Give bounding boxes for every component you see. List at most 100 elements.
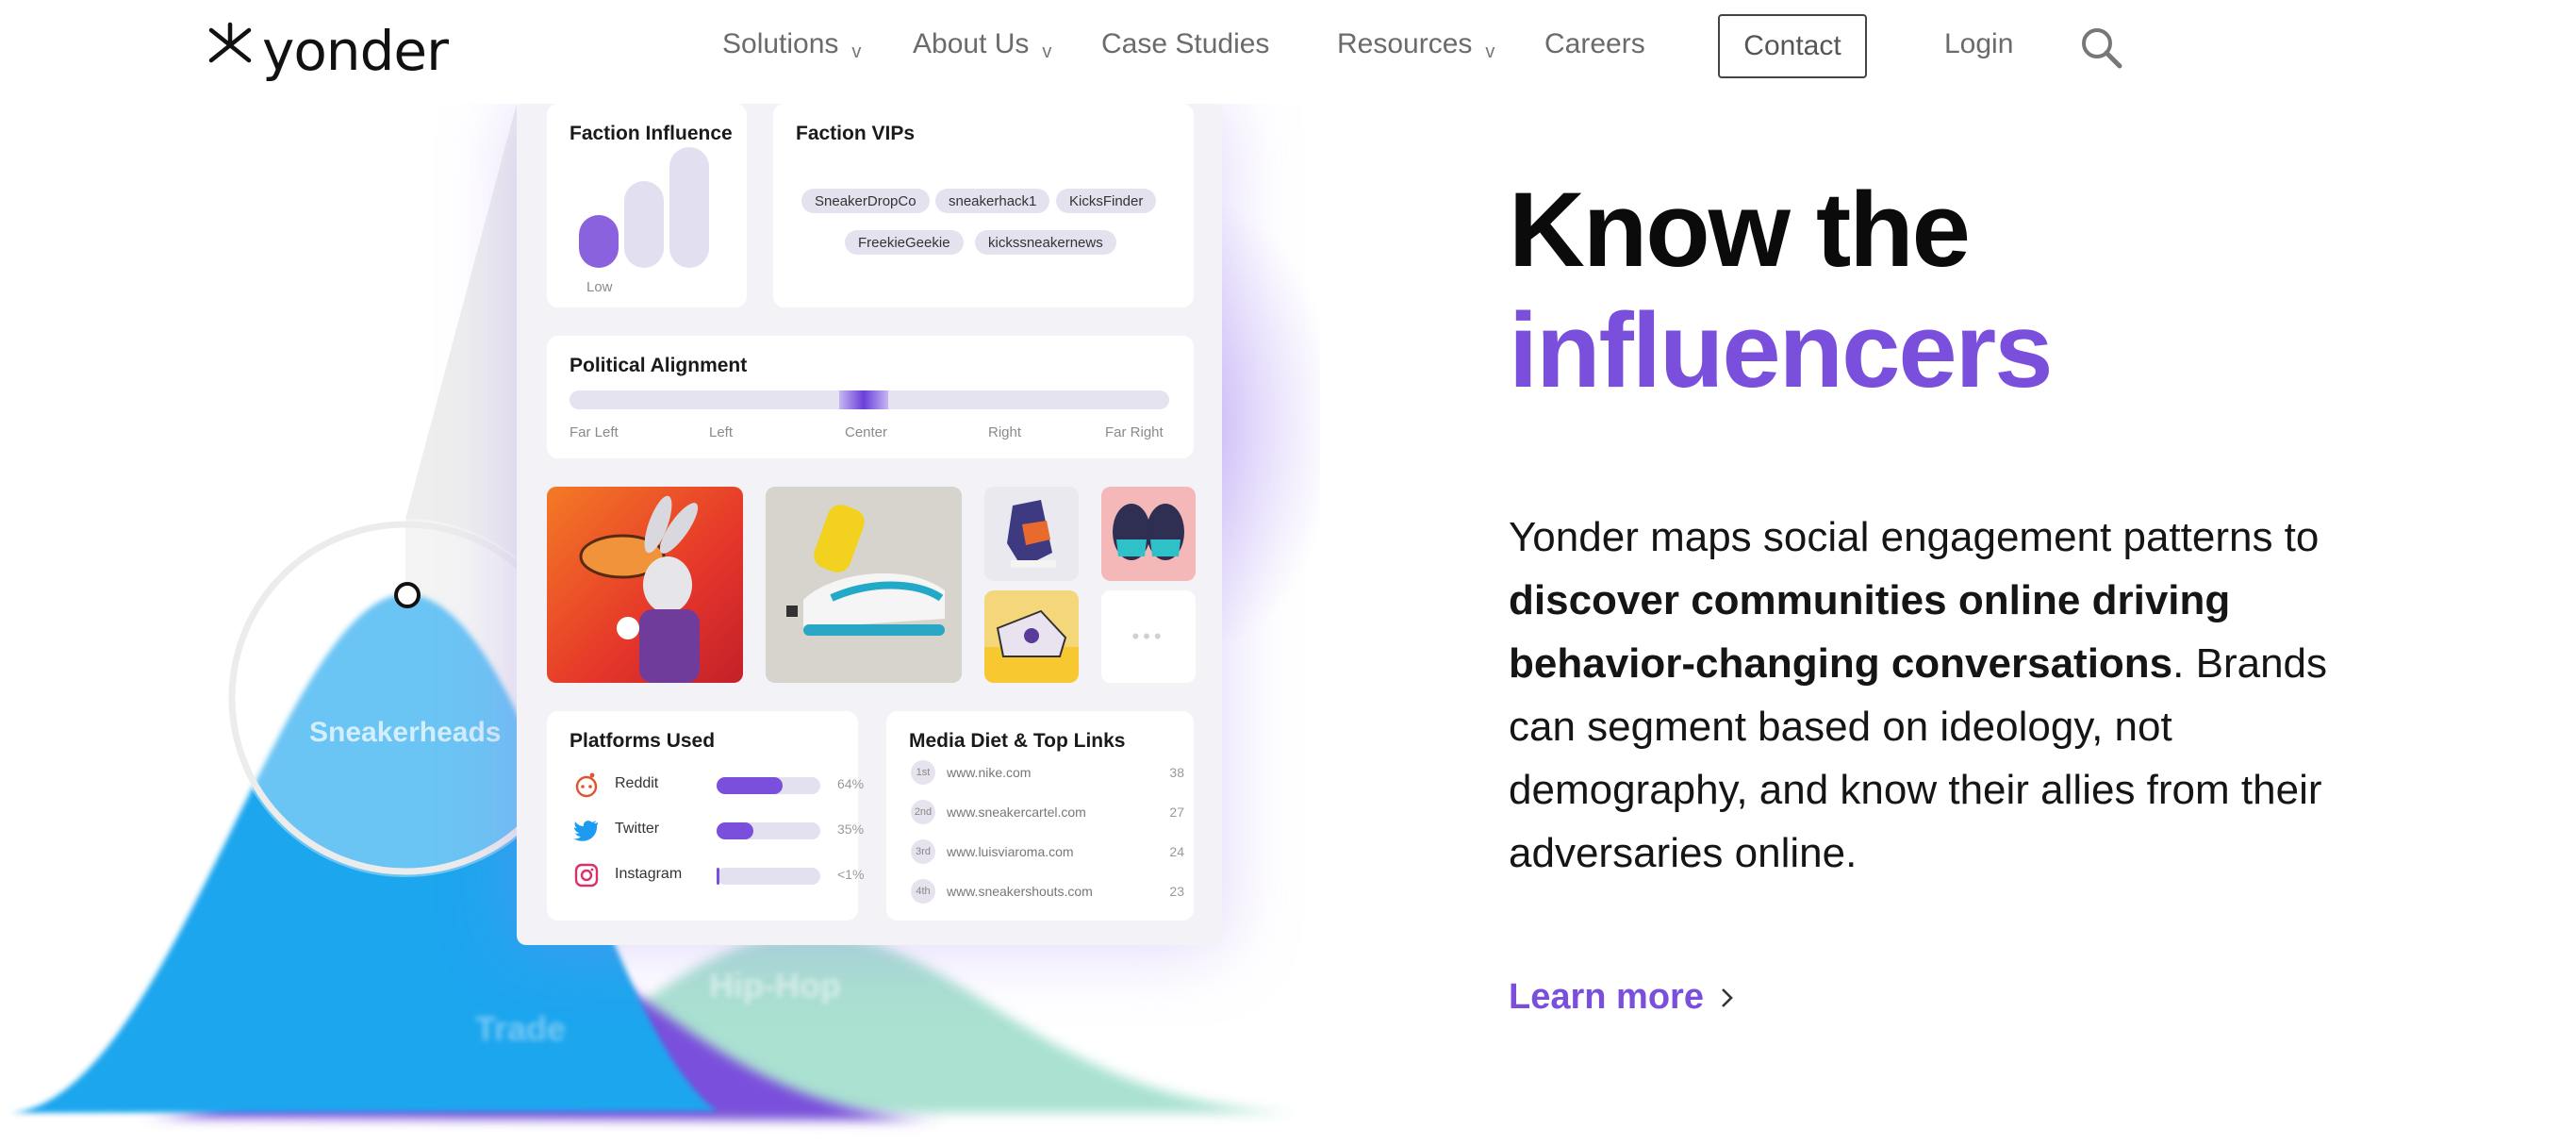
nav-label: Careers <box>1544 28 1645 59</box>
sneaker-yellow-illustration <box>984 609 1079 683</box>
curve-peak-marker <box>394 582 421 608</box>
link-url: www.nike.com <box>947 765 1032 780</box>
sneaker-purple-illustration <box>1007 500 1056 568</box>
top-link-row[interactable]: 4th www.sneakershouts.com 23 <box>911 879 1184 905</box>
platforms-used-card: Platforms Used Reddit 64% Twitter 35% In… <box>547 711 864 921</box>
nav-label: About Us <box>913 28 1030 59</box>
platform-percent: <1% <box>837 867 865 882</box>
platform-bar-track <box>717 822 820 839</box>
top-navigation: yonder Solutions v About Us v Case Studi… <box>0 0 2576 104</box>
reddit-icon <box>575 772 598 798</box>
vip-chip[interactable]: KicksFinder <box>1056 189 1157 213</box>
hero-body-intro: Yonder maps social engagement patterns t… <box>1509 514 2320 560</box>
logo-text: yonder <box>262 19 449 83</box>
top-link-row[interactable]: 3rd www.luisviaroma.com 24 <box>911 839 1184 866</box>
link-count: 23 <box>1169 884 1184 899</box>
hero-title: Know the influencers <box>1509 170 2054 411</box>
faction-influence-card: Faction Influence Low <box>547 104 747 307</box>
nav-label: Case Studies <box>1101 28 1270 59</box>
link-rank: 1st <box>911 760 935 785</box>
sneaker-foot-illustration <box>786 505 945 636</box>
platform-bar-track <box>717 868 820 885</box>
bunny-sneaker-illustration <box>579 495 700 683</box>
sneaker-image-1[interactable] <box>547 487 743 683</box>
influence-bar-high <box>669 147 709 268</box>
more-images-button[interactable]: ••• <box>1101 590 1196 683</box>
top-link-row[interactable]: 1st www.nike.com 38 <box>911 760 1184 787</box>
link-url: www.sneakershouts.com <box>947 884 1093 899</box>
sneaker-image-3[interactable] <box>984 487 1079 581</box>
platform-bar-fill <box>717 777 784 794</box>
link-count: 27 <box>1169 805 1184 820</box>
link-url: www.sneakercartel.com <box>947 805 1086 820</box>
learn-more-label: Learn more <box>1509 977 1704 1017</box>
card-title: Faction Influence <box>570 123 733 144</box>
alignment-label: Right <box>988 424 1022 440</box>
link-rank: 4th <box>911 879 935 904</box>
segment-label-secondary: Trade <box>475 1009 567 1048</box>
platform-row-twitter: Twitter 35% <box>570 817 864 843</box>
nav-item-resources[interactable]: Resources v <box>1337 28 1495 62</box>
sneaker-image-5[interactable] <box>984 590 1079 683</box>
hero-description: Yonder maps social engagement patterns t… <box>1509 506 2357 885</box>
card-title: Faction VIPs <box>796 123 916 144</box>
search-icon[interactable] <box>2078 25 2123 70</box>
political-alignment-card: Political Alignment Far Left Left Center… <box>547 336 1194 458</box>
login-label: Login <box>1944 28 2014 59</box>
sneaker-pair-illustration <box>1113 504 1184 560</box>
yonder-star-icon <box>208 22 252 63</box>
chevron-down-icon: v <box>1485 41 1495 62</box>
contact-button[interactable]: Contact <box>1718 14 1867 78</box>
influence-level-label: Low <box>586 279 613 295</box>
chevron-down-icon: v <box>1042 41 1052 62</box>
logo[interactable]: yonder <box>206 19 449 83</box>
platform-row-reddit: Reddit 64% <box>570 772 864 798</box>
chevron-down-icon: v <box>851 41 862 62</box>
vip-chip[interactable]: SneakerDropCo <box>801 189 930 213</box>
nav-label: Resources <box>1337 28 1473 59</box>
influence-bar-mid <box>624 181 664 268</box>
segment-label-tertiary: Hip-Hop <box>709 966 841 1004</box>
vip-chip[interactable]: FreekieGeekie <box>845 230 964 255</box>
top-link-row[interactable]: 2nd www.sneakercartel.com 27 <box>911 800 1184 826</box>
instagram-icon <box>574 863 599 888</box>
chevron-right-icon <box>1722 987 1733 1007</box>
nav-item-about-us[interactable]: About Us v <box>913 28 1052 62</box>
login-link[interactable]: Login <box>1944 28 2013 60</box>
media-diet-card: Media Diet & Top Links 1st www.nike.com … <box>886 711 1194 921</box>
platform-bar-track <box>717 777 820 794</box>
nav-item-solutions[interactable]: Solutions v <box>722 28 862 62</box>
vip-chip[interactable]: sneakerhack1 <box>935 189 1050 213</box>
alignment-label: Far Right <box>1105 424 1164 440</box>
vip-chip[interactable]: kickssneakernews <box>975 230 1116 255</box>
link-rank: 2nd <box>911 800 935 824</box>
twitter-icon <box>573 821 598 841</box>
link-url: www.luisviaroma.com <box>947 844 1074 859</box>
nav-label: Solutions <box>722 28 839 59</box>
platform-percent: 35% <box>837 821 865 837</box>
link-rank: 3rd <box>911 839 935 864</box>
link-count: 24 <box>1169 844 1184 859</box>
faction-vips-card: Faction VIPs SneakerDropCo sneakerhack1 … <box>773 104 1194 307</box>
hero-body-emphasis: discover communities online driving beha… <box>1509 577 2231 687</box>
hero-illustration: Sneakerheads Trade Hip-Hop Faction Influ… <box>0 104 1320 1145</box>
alignment-marker <box>839 390 888 409</box>
influence-bar-low <box>579 215 619 268</box>
sneaker-image-2[interactable] <box>766 487 962 683</box>
audience-dashboard: Faction Influence Low Faction VIPs Sneak… <box>517 104 1222 945</box>
alignment-track <box>570 390 1169 409</box>
sneaker-image-4[interactable] <box>1101 487 1196 581</box>
nav-item-case-studies[interactable]: Case Studies <box>1101 28 1269 60</box>
segment-label-primary: Sneakerheads <box>309 717 502 748</box>
card-title: Media Diet & Top Links <box>909 730 1126 752</box>
platform-percent: 64% <box>837 776 865 791</box>
platform-name: Reddit <box>615 775 659 791</box>
hero-title-line2: influencers <box>1509 291 2054 409</box>
learn-more-link[interactable]: Learn more <box>1509 977 1736 1018</box>
platform-name: Twitter <box>615 821 660 837</box>
card-title: Platforms Used <box>570 730 716 752</box>
card-title: Political Alignment <box>570 355 748 376</box>
alignment-label: Left <box>709 424 734 440</box>
nav-item-careers[interactable]: Careers <box>1544 28 1645 60</box>
alignment-label: Far Left <box>570 424 619 440</box>
